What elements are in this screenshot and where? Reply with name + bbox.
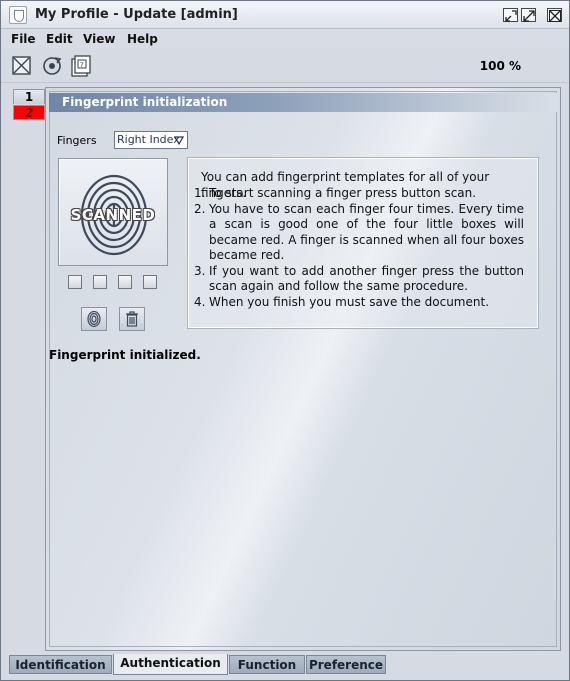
instruction-item: 2. You have to scan each finger four time… — [194, 201, 524, 263]
scan-progress-box-3 — [118, 275, 132, 289]
scanned-label: SCANNED — [70, 206, 156, 224]
toolbar: ? 100 % — [1, 49, 569, 83]
chevron-down-icon — [174, 136, 184, 145]
menu-edit[interactable]: Edit — [46, 32, 73, 46]
close-button[interactable] — [547, 8, 562, 22]
help-icon: ? — [71, 55, 91, 77]
step-tab-2[interactable]: 2 — [13, 105, 45, 120]
fingers-label: Fingers — [57, 134, 97, 147]
fingers-selected-value: Right Index — [117, 133, 180, 146]
scan-progress-box-1 — [68, 275, 82, 289]
profile-window: My Profile - Update [admin] File Edit Vi… — [0, 0, 570, 681]
close-document-button[interactable] — [11, 55, 33, 77]
fingers-select[interactable]: Right Index — [114, 131, 188, 149]
tab-function[interactable]: Function — [229, 655, 305, 674]
tab-authentication[interactable]: Authentication — [113, 654, 228, 675]
trash-icon — [126, 311, 138, 327]
close-document-icon — [12, 56, 31, 75]
minimize-icon — [505, 10, 517, 22]
tab-preference[interactable]: Preference — [306, 655, 386, 674]
title-bar: My Profile - Update [admin] — [1, 1, 569, 29]
minimize-button[interactable] — [503, 8, 518, 22]
close-icon — [549, 10, 561, 22]
window-title: My Profile - Update [admin] — [35, 7, 238, 22]
scan-progress-box-4 — [143, 275, 157, 289]
instruction-item: 3. If you want to add another finger pres… — [194, 263, 524, 294]
svg-text:?: ? — [80, 61, 84, 69]
step-tab-1[interactable]: 1 — [13, 89, 45, 104]
delete-button[interactable] — [119, 307, 145, 331]
menu-help[interactable]: Help — [127, 32, 158, 46]
scan-progress-box-2 — [93, 275, 107, 289]
instruction-item: 4. When you finish you must save the docu… — [194, 294, 490, 309]
menu-bar: File Edit View Help — [1, 29, 569, 49]
fingerprint-scan-icon — [87, 311, 101, 327]
app-icon — [9, 6, 27, 24]
refresh-icon — [43, 57, 62, 75]
fingerprint-scan-area[interactable]: SCANNED — [58, 158, 168, 266]
menu-file[interactable]: File — [11, 32, 36, 46]
instructions-box: You can add fingerprint templates for al… — [187, 157, 539, 329]
maximize-icon — [523, 10, 535, 22]
instructions-list: 1. To start scanning a finger press butto… — [194, 186, 524, 310]
zoom-level: 100 % — [479, 59, 521, 73]
status-message: Fingerprint initialized. — [49, 348, 201, 362]
refresh-button[interactable] — [41, 55, 63, 77]
bottom-tab-bar: Identification Authentication Function P… — [9, 654, 561, 675]
authentication-panel: Fingerprint initialization Fingers Right… — [45, 87, 561, 651]
help-document-button[interactable]: ? — [69, 55, 91, 77]
section-header: Fingerprint initialization — [49, 93, 557, 112]
maximize-button[interactable] — [521, 8, 536, 22]
menu-view[interactable]: View — [83, 32, 115, 46]
tab-identification[interactable]: Identification — [9, 655, 112, 674]
instruction-item: 1. To start scanning a finger press butto… — [194, 186, 477, 200]
scan-button[interactable] — [81, 307, 107, 331]
